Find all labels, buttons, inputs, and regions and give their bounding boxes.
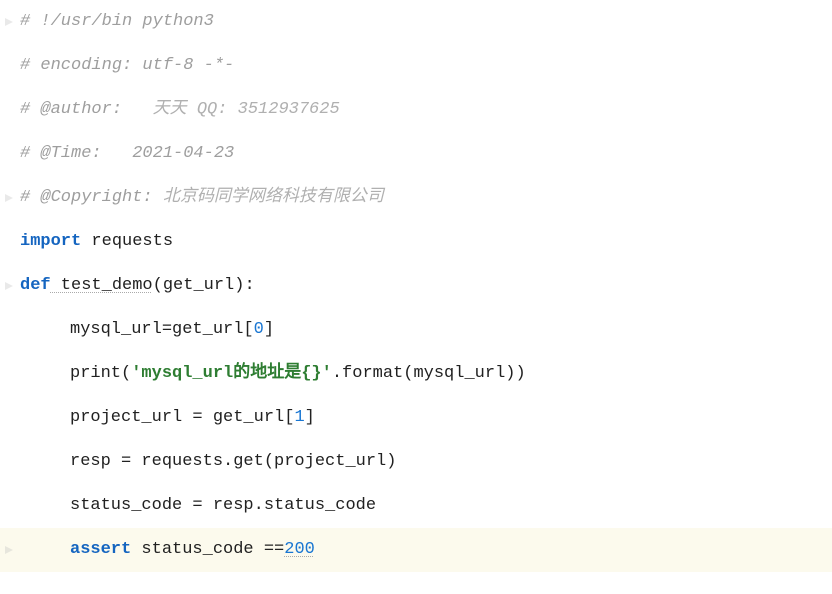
comment-copyright-label: # @Copyright: [20, 188, 163, 207]
keyword-def: def [20, 276, 51, 295]
code-line[interactable]: project_url = get_url[1] [0, 396, 832, 440]
code-text: mysql_url=get_url[ [70, 320, 254, 339]
code-text: .format(mysql_url)) [332, 364, 526, 383]
code-line[interactable]: # @Copyright: 北京码同学网络科技有限公司 [0, 176, 832, 220]
comment-copyright-value: 北京码同学网络科技有限公司 [163, 188, 384, 207]
gutter [0, 546, 18, 554]
comment-time-label: # @Time: [20, 144, 132, 163]
gutter [0, 282, 18, 290]
code-line[interactable]: mysql_url=get_url[0] [0, 308, 832, 352]
number-literal: 1 [294, 408, 304, 427]
code-line[interactable]: resp = requests.get(project_url) [0, 440, 832, 484]
comment-author-label: # @author: [20, 100, 153, 119]
code-editor[interactable]: # !/usr/bin python3 # encoding: utf-8 -*… [0, 0, 832, 572]
code-line[interactable]: import requests [0, 220, 832, 264]
comment-author-value: 天天 QQ: 3512937625 [153, 100, 340, 119]
code-line[interactable]: # !/usr/bin python3 [0, 0, 832, 44]
code-text: resp = requests.get(project_url) [70, 452, 396, 471]
fold-icon [5, 194, 13, 202]
code-text: ] [305, 408, 315, 427]
code-line[interactable]: # @author: 天天 QQ: 3512937625 [0, 88, 832, 132]
module-name: requests [81, 232, 173, 251]
function-name: test_demo [51, 276, 153, 295]
gutter [0, 194, 18, 202]
number-literal: 0 [254, 320, 264, 339]
comment-time-value: 2021-04-23 [132, 144, 234, 163]
code-line[interactable]: status_code = resp.status_code [0, 484, 832, 528]
code-text: status_code = resp.status_code [70, 496, 376, 515]
code-line-active[interactable]: assert status_code ==200 [0, 528, 832, 572]
code-line[interactable]: # encoding: utf-8 -*- [0, 44, 832, 88]
fold-icon [5, 546, 13, 554]
code-line[interactable]: def test_demo(get_url): [0, 264, 832, 308]
code-text: ] [264, 320, 274, 339]
keyword-import: import [20, 232, 81, 251]
string-literal: 'mysql_url的地址是{}' [131, 364, 332, 383]
keyword-assert: assert [70, 540, 131, 559]
function-args: (get_url): [153, 276, 255, 295]
code-line[interactable]: print('mysql_url的地址是{}'.format(mysql_url… [0, 352, 832, 396]
fold-icon [5, 18, 13, 26]
fold-icon [5, 282, 13, 290]
comment-encoding: # encoding: utf-8 -*- [20, 56, 234, 75]
code-text: status_code == [131, 540, 284, 559]
code-line[interactable]: # @Time: 2021-04-23 [0, 132, 832, 176]
comment-shebang: # !/usr/bin python3 [20, 12, 214, 31]
gutter [0, 18, 18, 26]
number-literal: 200 [284, 540, 315, 559]
builtin-print: print( [70, 364, 131, 383]
code-text: project_url = get_url[ [70, 408, 294, 427]
